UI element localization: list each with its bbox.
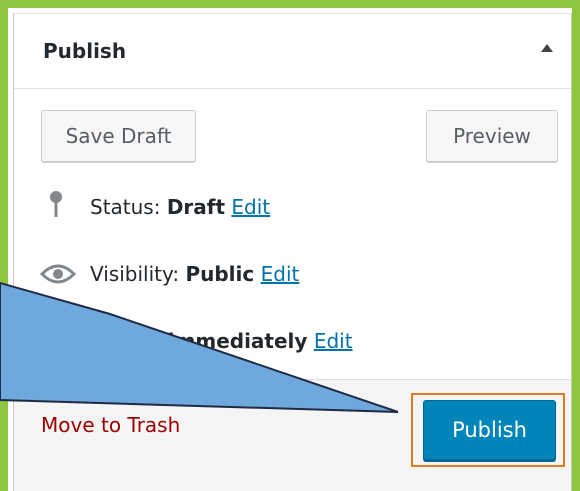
schedule-value: immediately — [167, 329, 308, 353]
visibility-edit-link[interactable]: Edit — [261, 262, 300, 286]
status-label: Status: — [90, 195, 167, 219]
schedule-edit-link[interactable]: Edit — [314, 329, 353, 353]
status-row: Status: Draft Edit — [90, 195, 270, 219]
eye-icon — [40, 264, 76, 284]
status-value: Draft — [166, 195, 226, 219]
triangle-up-icon[interactable] — [541, 44, 553, 52]
publish-panel: Publish Save Draft Preview Status: Draft… — [13, 13, 572, 491]
status-edit-link[interactable]: Edit — [231, 195, 270, 219]
move-to-trash-link[interactable]: Move to Trash — [41, 413, 180, 437]
save-draft-button[interactable]: Save Draft — [41, 110, 196, 162]
pin-icon — [50, 191, 62, 217]
panel-title: Publish — [43, 39, 127, 63]
schedule-label: Publish — [90, 329, 168, 353]
calendar-icon — [41, 339, 69, 364]
panel-header: Publish — [14, 13, 571, 89]
panel-footer: Move to Trash Publish — [14, 379, 571, 491]
visibility-label: Visibility: — [90, 262, 186, 286]
preview-button[interactable]: Preview — [426, 110, 558, 162]
schedule-row: Publish immediately Edit — [90, 329, 353, 353]
visibility-row: Visibility: Public Edit — [90, 262, 299, 286]
visibility-value: Public — [185, 262, 255, 286]
publish-button[interactable]: Publish — [423, 400, 556, 460]
